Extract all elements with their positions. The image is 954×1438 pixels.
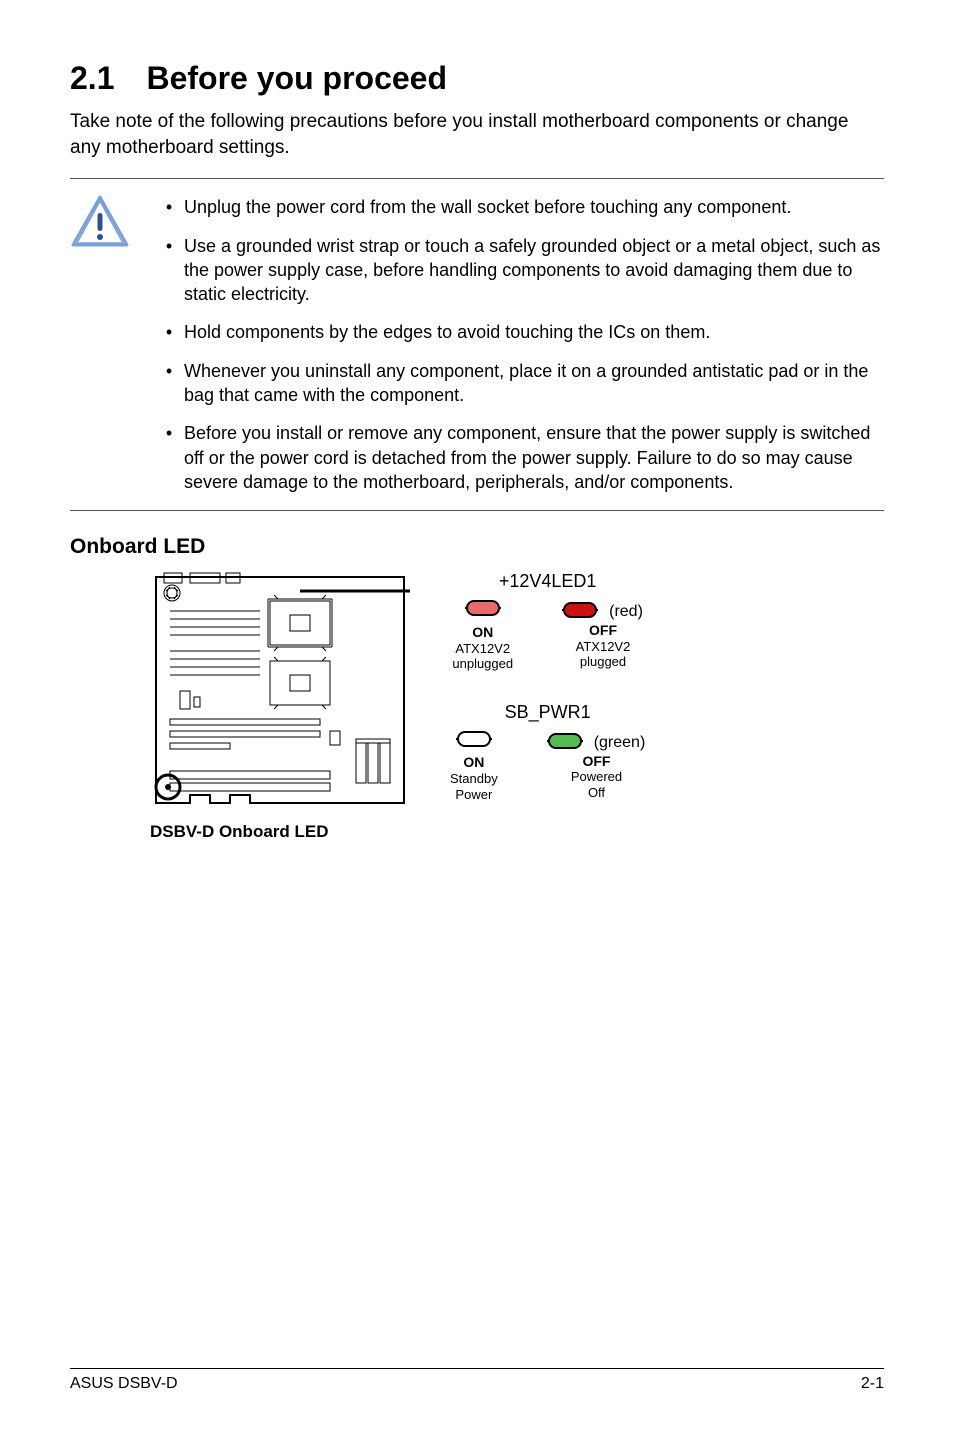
bullet-item: • Hold components by the edges to avoid … bbox=[154, 320, 884, 344]
caution-icon bbox=[70, 195, 130, 254]
led1-off-desc1: ATX12V2 bbox=[576, 639, 631, 654]
led2-off-desc1: Powered bbox=[571, 769, 622, 784]
led2-title: SB_PWR1 bbox=[450, 702, 645, 723]
bullet-text: Before you install or remove any compone… bbox=[184, 421, 884, 494]
footer-page-number: 2-1 bbox=[861, 1375, 884, 1393]
footer-left: ASUS DSBV-D bbox=[70, 1375, 178, 1393]
led1-color-note: (red) bbox=[609, 602, 643, 621]
led-chip-icon bbox=[563, 602, 597, 618]
led-chip-icon bbox=[548, 733, 582, 749]
bullet-text: Unplug the power cord from the wall sock… bbox=[184, 195, 791, 219]
led-chip-icon bbox=[457, 731, 491, 747]
board-caption: DSBV-D Onboard LED bbox=[150, 822, 430, 842]
led1-off-desc2: plugged bbox=[580, 654, 626, 669]
led2-color-note: (green) bbox=[594, 733, 646, 752]
led1-on-state: ON bbox=[472, 624, 493, 640]
bullet-list: • Unplug the power cord from the wall so… bbox=[154, 195, 884, 494]
onboard-led-diagram: DSBV-D Onboard LED +12V4LED1 ON ATX12V2 … bbox=[150, 571, 884, 842]
caution-block: • Unplug the power cord from the wall so… bbox=[70, 178, 884, 511]
led1-off-state: OFF bbox=[589, 622, 617, 638]
page-footer: ASUS DSBV-D 2-1 bbox=[70, 1368, 884, 1393]
led2-off-state: OFF bbox=[582, 753, 610, 769]
led2-on-desc2: Power bbox=[455, 787, 492, 802]
bullet-text: Whenever you uninstall any component, pl… bbox=[184, 359, 884, 408]
bullet-item: • Unplug the power cord from the wall so… bbox=[154, 195, 884, 219]
led1-on-desc1: ATX12V2 bbox=[455, 641, 510, 656]
onboard-led-heading: Onboard LED bbox=[70, 535, 884, 559]
bullet-dot: • bbox=[154, 320, 184, 344]
led1-on-desc2: unplugged bbox=[452, 656, 513, 671]
bullet-item: • Before you install or remove any compo… bbox=[154, 421, 884, 494]
bullet-item: • Use a grounded wrist strap or touch a … bbox=[154, 234, 884, 307]
led2-on-state: ON bbox=[463, 754, 484, 770]
led2-on-desc1: Standby bbox=[450, 771, 498, 786]
bullet-dot: • bbox=[154, 234, 184, 307]
bullet-dot: • bbox=[154, 195, 184, 219]
led2-block: SB_PWR1 ON Standby Power (green) OFF bbox=[450, 702, 645, 803]
bullet-item: • Whenever you uninstall any component, … bbox=[154, 359, 884, 408]
led2-off-desc2: Off bbox=[588, 785, 605, 800]
bullet-text: Hold components by the edges to avoid to… bbox=[184, 320, 710, 344]
led-chip-icon bbox=[466, 600, 500, 616]
led1-block: +12V4LED1 ON ATX12V2 unplugged (red) OFF bbox=[450, 571, 645, 672]
bullet-text: Use a grounded wrist strap or touch a sa… bbox=[184, 234, 884, 307]
motherboard-illustration bbox=[150, 571, 410, 811]
led1-title: +12V4LED1 bbox=[450, 571, 645, 592]
bullet-dot: • bbox=[154, 421, 184, 494]
section-heading: 2.1 Before you proceed bbox=[70, 60, 884, 97]
bullet-dot: • bbox=[154, 359, 184, 408]
intro-paragraph: Take note of the following precautions b… bbox=[70, 109, 884, 160]
